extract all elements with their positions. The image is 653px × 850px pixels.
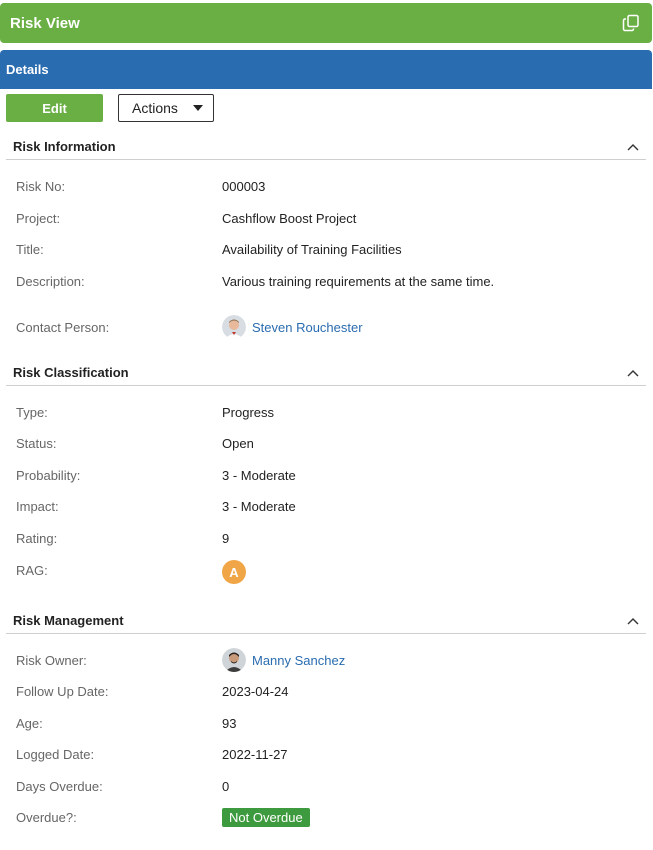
field-label: Follow Up Date: bbox=[16, 683, 109, 699]
field-label: Project: bbox=[16, 210, 61, 226]
field-label: Days Overdue: bbox=[16, 778, 103, 794]
field-label: Impact: bbox=[16, 498, 59, 514]
logged-date-value: 2022-11-27 bbox=[222, 746, 288, 762]
description-value: Various training requirements at the sam… bbox=[222, 273, 495, 289]
window-title: Risk View bbox=[10, 14, 80, 32]
risk-owner-value: Manny Sanchez bbox=[222, 648, 345, 672]
field-risk-owner: Risk Owner: Manny Sanchez bbox=[0, 648, 653, 672]
chevron-up-icon[interactable] bbox=[627, 369, 639, 377]
field-rating: Rating: 9 bbox=[0, 527, 653, 549]
field-age: Age: 93 bbox=[0, 712, 653, 734]
title-value: Availability of Training Facilities bbox=[222, 241, 402, 257]
field-label: Risk Owner: bbox=[16, 652, 87, 668]
contact-person-value: Steven Rouchester bbox=[222, 315, 363, 339]
field-label: Logged Date: bbox=[16, 746, 95, 762]
field-description: Description: Various training requiremen… bbox=[0, 270, 653, 292]
contact-person-link[interactable]: Steven Rouchester bbox=[252, 320, 363, 335]
caret-down-icon bbox=[193, 105, 203, 111]
age-value: 93 bbox=[222, 715, 237, 731]
field-label: Type: bbox=[16, 404, 48, 420]
field-probability: Probability: 3 - Moderate bbox=[0, 464, 653, 486]
window-title-bar: Risk View bbox=[0, 3, 652, 43]
field-label: Age: bbox=[16, 715, 43, 731]
risk-no-value: 000003 bbox=[222, 178, 266, 194]
chevron-up-icon[interactable] bbox=[627, 143, 639, 151]
copy-icon[interactable] bbox=[622, 14, 640, 32]
field-rag: RAG: A bbox=[0, 559, 653, 584]
section-risk-management[interactable]: Risk Management bbox=[6, 608, 646, 634]
field-title: Title: Availability of Training Faciliti… bbox=[0, 238, 653, 260]
field-impact: Impact: 3 - Moderate bbox=[0, 495, 653, 517]
actions-dropdown[interactable]: Actions bbox=[118, 94, 214, 122]
avatar bbox=[222, 315, 246, 339]
field-label: Contact Person: bbox=[16, 319, 110, 335]
field-days-overdue: Days Overdue: 0 bbox=[0, 775, 653, 797]
details-label: Details bbox=[6, 62, 49, 77]
avatar bbox=[222, 648, 246, 672]
field-label: Risk No: bbox=[16, 178, 66, 194]
field-risk-no: Risk No: 000003 bbox=[0, 175, 653, 197]
details-tab-bar: Details bbox=[0, 50, 652, 89]
section-title: Risk Classification bbox=[13, 365, 129, 380]
field-label: Overdue?: bbox=[16, 809, 77, 825]
actions-label: Actions bbox=[132, 100, 178, 116]
section-risk-classification[interactable]: Risk Classification bbox=[6, 360, 646, 386]
rag-badge: A bbox=[222, 560, 246, 584]
field-label: RAG: bbox=[16, 562, 48, 578]
field-contact-person: Contact Person: Steven Rouchester bbox=[0, 315, 653, 339]
chevron-up-icon[interactable] bbox=[627, 617, 639, 625]
rag-value: A bbox=[222, 560, 246, 584]
field-label: Description: bbox=[16, 273, 85, 289]
days-overdue-value: 0 bbox=[222, 778, 230, 794]
field-status: Status: Open bbox=[0, 432, 653, 454]
rating-value: 9 bbox=[222, 530, 230, 546]
field-logged-date: Logged Date: 2022-11-27 bbox=[0, 743, 653, 765]
risk-owner-link[interactable]: Manny Sanchez bbox=[252, 653, 345, 668]
section-risk-information[interactable]: Risk Information bbox=[6, 134, 646, 160]
impact-value: 3 - Moderate bbox=[222, 498, 296, 514]
field-follow-up-date: Follow Up Date: 2023-04-24 bbox=[0, 680, 653, 702]
edit-button[interactable]: Edit bbox=[6, 94, 103, 122]
follow-up-date-value: 2023-04-24 bbox=[222, 683, 289, 699]
field-label: Status: bbox=[16, 435, 57, 451]
field-label: Title: bbox=[16, 241, 44, 257]
field-type: Type: Progress bbox=[0, 401, 653, 423]
type-value: Progress bbox=[222, 404, 275, 420]
field-label: Rating: bbox=[16, 530, 58, 546]
status-badge: Not Overdue bbox=[222, 807, 310, 827]
project-link[interactable]: Cashflow Boost Project bbox=[222, 211, 356, 226]
field-overdue: Overdue?: Not Overdue bbox=[0, 806, 653, 828]
field-project: Project: Cashflow Boost Project bbox=[0, 207, 653, 229]
probability-value: 3 - Moderate bbox=[222, 467, 296, 483]
overdue-value: Not Overdue bbox=[222, 807, 310, 827]
field-label: Probability: bbox=[16, 467, 81, 483]
section-title: Risk Information bbox=[13, 139, 116, 154]
status-value: Open bbox=[222, 435, 254, 451]
section-title: Risk Management bbox=[13, 613, 124, 628]
